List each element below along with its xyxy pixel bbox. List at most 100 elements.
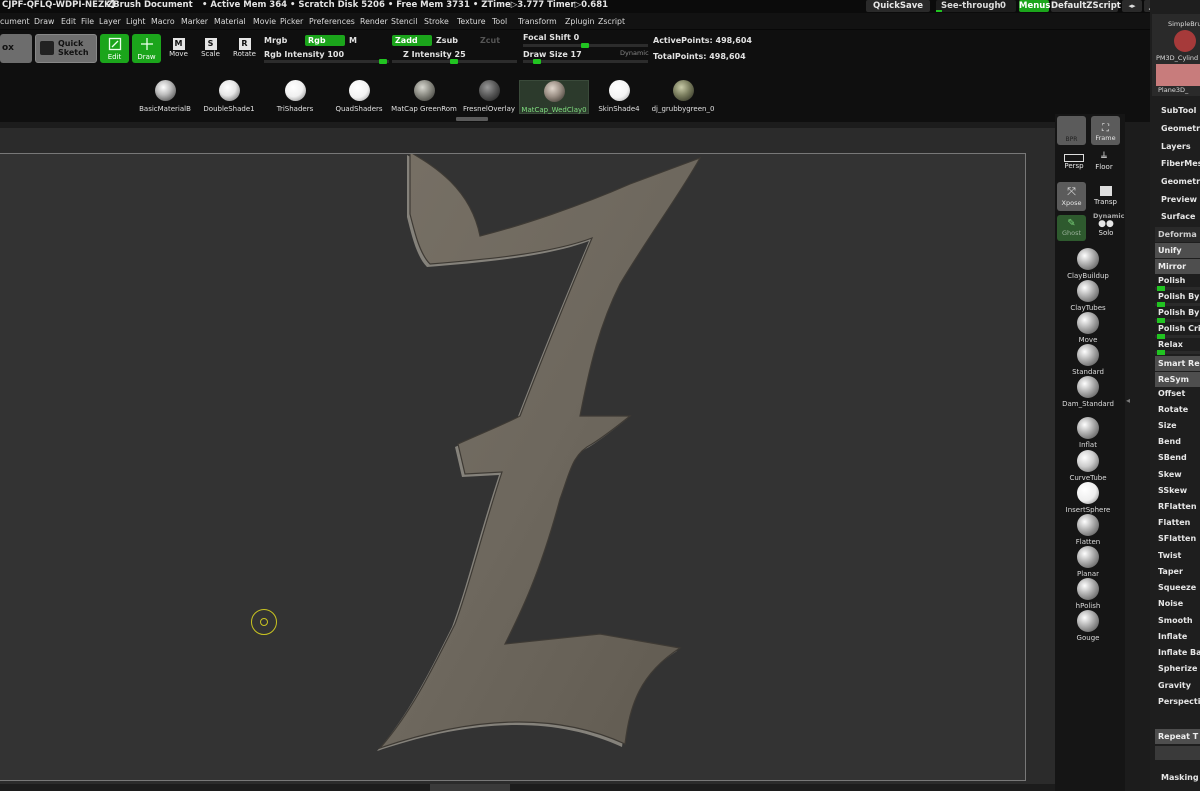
deform-smooth[interactable]: Smooth [1155, 613, 1200, 628]
xpose-button[interactable]: ⤧ Xpose [1057, 182, 1086, 211]
brush-gouge[interactable]: Gouge [1058, 610, 1118, 642]
rgb-intensity-slider[interactable] [264, 59, 389, 64]
deform-inflate[interactable]: Inflate [1155, 629, 1200, 644]
menu-render[interactable]: Render [360, 17, 388, 26]
move-button[interactable]: M Move [164, 34, 193, 63]
menu-stencil[interactable]: Stencil [391, 17, 417, 26]
deform-sskew[interactable]: SSkew [1155, 483, 1200, 498]
deform-size[interactable]: Size [1155, 418, 1200, 433]
brush-planar[interactable]: Planar [1058, 546, 1118, 578]
material-quadshaders[interactable]: QuadShaders [324, 80, 394, 114]
material-matcap-wedclay-selected[interactable]: MatCap_WedClay0 [519, 80, 589, 114]
resym-button[interactable]: ReSym [1155, 372, 1200, 387]
masking-palette[interactable]: Masking [1158, 770, 1200, 785]
menus-button[interactable]: Menus [1019, 0, 1050, 12]
edit-button[interactable]: Edit [100, 34, 129, 63]
deform-offset[interactable]: Offset [1155, 386, 1200, 401]
shelf-collapse-handle[interactable] [456, 117, 488, 121]
smart-resym-button[interactable]: Smart Re [1155, 356, 1200, 371]
menu-draw[interactable]: Draw [34, 17, 54, 26]
layout-arrows-icon[interactable]: ◂▸ [1122, 0, 1142, 12]
solo-button[interactable]: ●● Solo [1092, 218, 1120, 240]
focal-shift-slider[interactable] [523, 43, 648, 48]
deform-perspective[interactable]: Perspective [1155, 694, 1200, 709]
deform-rotate[interactable]: Rotate [1155, 402, 1200, 417]
rotate-button[interactable]: R Rotate [230, 34, 259, 63]
zadd-toggle[interactable]: Zadd [392, 35, 432, 46]
unify-button[interactable]: Unify [1155, 243, 1200, 258]
surface-palette[interactable]: Surface [1158, 209, 1200, 224]
deform-taper[interactable]: Taper [1155, 564, 1200, 579]
material-matcap-greenrom[interactable]: MatCap GreenRom [389, 80, 459, 114]
floor-button[interactable]: ╧ Floor [1091, 152, 1117, 174]
menu-edit[interactable]: Edit [61, 17, 76, 26]
brush-claytubes[interactable]: ClayTubes [1058, 280, 1118, 312]
subtool-palette[interactable]: SubTool [1158, 103, 1200, 118]
menu-marker[interactable]: Marker [181, 17, 208, 26]
draw-button[interactable]: Draw [132, 34, 161, 63]
z-intensity-slider[interactable] [392, 59, 517, 64]
deform-inflate-balloon[interactable]: Inflate Ba [1155, 645, 1200, 660]
geometry-palette[interactable]: Geometr [1158, 121, 1200, 136]
brush-inflat[interactable]: Inflat [1058, 417, 1118, 449]
relax-track[interactable] [1155, 350, 1200, 355]
material-trishaders[interactable]: TriShaders [260, 80, 330, 114]
deform-gravity[interactable]: Gravity [1155, 678, 1200, 693]
brush-claybuildup[interactable]: ClayBuildup [1058, 248, 1118, 280]
persp-button[interactable]: Persp [1061, 152, 1087, 174]
ghost-button[interactable]: ✎ Ghost [1057, 215, 1086, 241]
geometryhd-palette[interactable]: Geometr [1158, 174, 1200, 189]
document-canvas[interactable] [0, 153, 1026, 781]
layers-palette[interactable]: Layers [1158, 139, 1200, 154]
repeat-to-other-button[interactable]: Repeat T [1155, 729, 1200, 744]
m-toggle[interactable]: M [349, 36, 357, 45]
brush-flatten[interactable]: Flatten [1058, 514, 1118, 546]
mirror-button[interactable]: Mirror [1155, 259, 1200, 274]
material-skinshade4[interactable]: SkinShade4 [584, 80, 654, 114]
brush-dam-standard[interactable]: Dam_Standard [1058, 376, 1118, 408]
menu-light[interactable]: Light [126, 17, 145, 26]
fibermesh-palette[interactable]: FiberMes [1158, 156, 1200, 171]
plane-thumb-icon[interactable] [1156, 64, 1200, 86]
deform-spherize[interactable]: Spherize [1155, 661, 1200, 676]
brush-move[interactable]: Move [1058, 312, 1118, 344]
material-fresneloverlay[interactable]: FresnelOverlay [454, 80, 524, 114]
deform-squeeze[interactable]: Squeeze [1155, 580, 1200, 595]
bpr-button[interactable]: BPR [1057, 116, 1086, 145]
deform-sflatten[interactable]: SFlatten [1155, 531, 1200, 546]
material-grubbygreen[interactable]: dj_grubbygreen_0 [648, 80, 718, 114]
scale-button[interactable]: S Scale [196, 34, 225, 63]
deform-noise[interactable]: Noise [1155, 596, 1200, 611]
deform-skew[interactable]: Skew [1155, 467, 1200, 482]
transp-button[interactable]: Transp [1091, 184, 1120, 210]
menu-transform[interactable]: Transform [518, 17, 557, 26]
deform-twist[interactable]: Twist [1155, 548, 1200, 563]
menu-preferences[interactable]: Preferences [309, 17, 355, 26]
menu-movie[interactable]: Movie [253, 17, 276, 26]
material-doubleshade[interactable]: DoubleShade1 [194, 80, 264, 114]
cylinder-thumb-icon[interactable] [1174, 30, 1196, 52]
brush-standard[interactable]: Standard [1058, 344, 1118, 376]
menu-material[interactable]: Material [214, 17, 246, 26]
deform-sbend[interactable]: SBend [1155, 450, 1200, 465]
lightbox-button[interactable]: ox [0, 34, 32, 63]
dynamic-toggle[interactable]: Dynamic [620, 49, 649, 57]
menu-zplugin[interactable]: Zplugin [565, 17, 594, 26]
preview-palette[interactable]: Preview [1158, 192, 1200, 207]
default-zscript-button[interactable]: DefaultZScript [1051, 0, 1121, 12]
deform-flatten[interactable]: Flatten [1155, 515, 1200, 530]
menu-file[interactable]: File [81, 17, 94, 26]
brush-curvetube[interactable]: CurveTube [1058, 450, 1118, 482]
deform-rflatten[interactable]: RFlatten [1155, 499, 1200, 514]
menu-layer[interactable]: Layer [99, 17, 121, 26]
mrgb-toggle[interactable]: Mrgb [264, 36, 287, 45]
menu-texture[interactable]: Texture [457, 17, 486, 26]
quicksave-button[interactable]: QuickSave [866, 0, 930, 12]
tray-collapse-arrow-icon[interactable]: ◂ [1126, 396, 1132, 410]
rgb-toggle[interactable]: Rgb [305, 35, 345, 46]
deformation-palette[interactable]: Deforma [1155, 227, 1200, 242]
zcut-toggle[interactable]: Zcut [480, 36, 500, 45]
quick-sketch-button[interactable]: Quick Sketch [35, 34, 97, 63]
bottom-shelf-handle[interactable] [430, 784, 510, 791]
menu-picker[interactable]: Picker [280, 17, 303, 26]
